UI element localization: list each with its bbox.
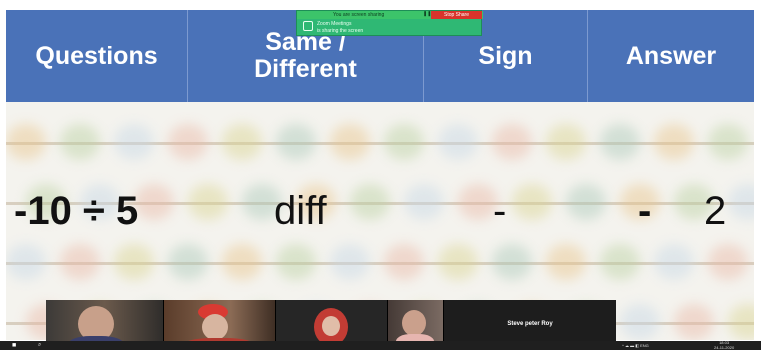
abacus-bead	[458, 184, 498, 220]
abacus-bead	[350, 184, 390, 220]
abacus-bead	[60, 244, 100, 280]
sharing-subtitle: Zoom Meetings	[317, 21, 352, 27]
abacus-bead	[492, 244, 532, 280]
abacus-bead	[404, 184, 444, 220]
abacus-bead	[384, 124, 424, 160]
abacus-bead	[600, 244, 640, 280]
abacus-bead	[708, 124, 748, 160]
abacus-bead	[60, 124, 100, 160]
abacus-bead	[276, 244, 316, 280]
abacus-bead	[438, 124, 478, 160]
meeting-icon	[303, 21, 313, 31]
abacus-bead	[222, 124, 262, 160]
search-icon[interactable]: ⌕	[38, 342, 46, 349]
stop-share-button[interactable]: Stop Share	[431, 11, 482, 19]
abacus-bead	[6, 244, 46, 280]
abacus-bead	[512, 184, 552, 220]
abacus-bead	[114, 124, 154, 160]
windows-taskbar: ■ ⌕ ^ ☁ ▬ ◧ ENG 18:03 24-11-2020	[0, 340, 761, 350]
system-tray[interactable]: ^ ☁ ▬ ◧ ENG	[622, 342, 649, 349]
header-answer: Answer	[625, 41, 717, 70]
clock-date: 24-11-2020	[714, 344, 735, 350]
abacus-bead	[674, 304, 714, 340]
abacus-bead	[708, 244, 748, 280]
abacus-bead	[134, 184, 174, 220]
header-same-different-label: Same / Different	[254, 28, 357, 83]
windows-start-icon[interactable]: ■	[12, 342, 20, 349]
question-cell: -10 ÷ 5	[14, 189, 139, 233]
abacus-bead	[438, 244, 478, 280]
participant-face	[322, 316, 340, 336]
sharing-status-text: You are screen sharing	[333, 12, 385, 18]
abacus-bead	[546, 244, 586, 280]
abacus-bead	[168, 124, 208, 160]
answer-sign: -	[638, 189, 652, 233]
participant-face	[202, 314, 228, 340]
abacus-bead	[6, 124, 46, 160]
abacus-bead	[384, 244, 424, 280]
abacus-bead	[330, 244, 370, 280]
abacus-bead	[330, 124, 370, 160]
presentation-slide: Questions Same / Different Sign Answer -…	[6, 10, 754, 340]
abacus-bead	[566, 184, 606, 220]
abacus-bead	[728, 304, 754, 340]
abacus-bead	[728, 184, 754, 220]
abacus-bead	[222, 244, 262, 280]
abacus-bead	[188, 184, 228, 220]
abacus-bead	[114, 244, 154, 280]
abacus-bead	[620, 304, 660, 340]
abacus-bead	[546, 124, 586, 160]
sign-cell: -	[493, 189, 507, 233]
participant-name-centered: Steve peter Roy	[507, 321, 553, 327]
screen-sharing-bar[interactable]: You are screen sharing ❚❚ Stop Share Zoo…	[296, 10, 483, 36]
participant-face	[402, 310, 426, 336]
abacus-bead	[654, 244, 694, 280]
answer-value: 2	[704, 189, 727, 233]
abacus-bead	[600, 124, 640, 160]
header-questions: Questions	[6, 10, 188, 102]
abacus-bead	[492, 124, 532, 160]
pause-icon[interactable]: ❚❚	[423, 12, 431, 17]
abacus-bead	[168, 244, 208, 280]
abacus-bead	[654, 124, 694, 160]
sharing-subtitle-2: is sharing the screen	[317, 28, 364, 34]
taskbar-clock[interactable]: 18:03 24-11-2020	[714, 340, 735, 350]
abacus-bead	[276, 124, 316, 160]
same-different-cell: diff	[274, 189, 327, 233]
